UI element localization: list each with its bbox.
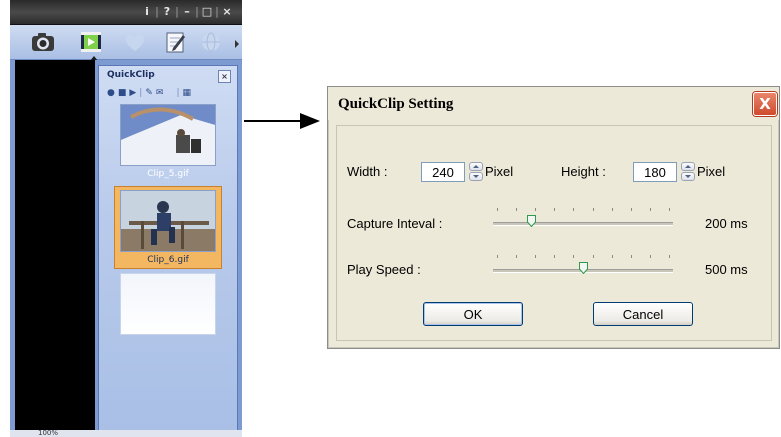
slider-tick [611,255,613,258]
quickclip-panel: QuickClip × ● ■ ▶ | ✎ ✉ | ▦ Clip_5.gif C… [98,65,238,432]
notepad-icon[interactable] [162,30,188,54]
clip-image [120,104,216,166]
pointer-arrow-icon [244,113,320,129]
slider-tick [630,255,632,258]
spin-down-icon[interactable] [681,172,695,181]
slider-thumb-icon[interactable] [579,262,588,274]
slider-tick [649,255,651,258]
spin-up-icon[interactable] [681,162,695,171]
app-body: QuickClip × ● ■ ▶ | ✎ ✉ | ▦ Clip_5.gif C… [10,60,242,437]
width-unit-label: Pixel [485,164,514,179]
spin-down-icon[interactable] [469,172,483,181]
height-label: Height : [561,164,606,179]
clip-thumbnail-selected[interactable]: Clip_6.gif [114,186,222,269]
capture-interval-label: Capture Inteval : [347,216,443,231]
slider-tick [516,208,518,211]
film-icon[interactable] [78,30,104,54]
toolbar-more-arrow-icon[interactable] [235,40,239,48]
clip-label: Clip_5.gif [147,169,189,179]
slider-tick [535,255,537,258]
play-icon[interactable]: ▶ [129,88,136,98]
slider-tick [516,255,518,258]
dialog-title: QuickClip Setting [338,96,454,112]
slider-tick [554,208,556,211]
slider-tick [497,255,498,258]
help-button[interactable]: ? [160,5,174,18]
slider-tick [573,208,575,211]
play-speed-slider[interactable] [493,253,673,279]
dialog-content: Width : 240 Pixel Height : 180 Pixel Cap… [336,125,772,341]
clip-image [120,190,216,252]
edit-icon[interactable]: ✎ [145,88,153,98]
slider-track [493,222,673,226]
separator: | [139,88,143,98]
stop-icon[interactable]: ■ [118,88,127,98]
width-input[interactable]: 240 [421,162,465,182]
ok-button[interactable]: OK [423,302,523,326]
zoom-status: 100% [38,429,59,437]
clip-thumbnail-empty[interactable] [114,273,222,335]
minimize-button[interactable]: – [180,5,194,18]
record-icon[interactable]: ● [107,88,115,98]
preview-area [15,60,95,430]
slider-tick [630,208,632,211]
width-spinner[interactable] [469,162,483,182]
email-icon[interactable]: ✉ [156,88,164,98]
play-speed-label: Play Speed : [347,262,421,277]
heart-icon[interactable] [122,30,148,54]
app-titlebar: i | ? | – | □ | × [10,0,242,25]
height-unit-label: Pixel [697,164,726,179]
selection-frame: Clip_6.gif [114,186,222,269]
capture-interval-value: 200 ms [705,216,748,231]
width-label: Width : [347,164,388,179]
slider-tick [611,208,613,211]
quickclip-setting-dialog: QuickClip Setting X Width : 240 Pixel He… [327,86,780,349]
slider-thumb-icon[interactable] [527,215,536,227]
spin-up-icon[interactable] [469,162,483,171]
slider-tick [554,255,556,258]
play-speed-value: 500 ms [705,262,748,277]
slider-tick [573,255,575,258]
slider-tick [535,208,537,211]
height-spinner[interactable] [681,162,695,182]
cancel-button[interactable]: Cancel [593,302,693,326]
dialog-titlebar: QuickClip Setting X [328,87,779,120]
info-button[interactable]: i [140,5,154,18]
slider-tick [592,208,594,211]
capture-app-window: i | ? | – | □ | × QuickClip × ● ■ ▶ | ✎ … [10,0,242,437]
quickclip-title: QuickClip [107,70,155,80]
slider-ticks [497,255,670,259]
slider-tick [669,208,670,211]
quickclip-close-button[interactable]: × [218,70,231,83]
quickclip-controls: ● ■ ▶ | ✎ ✉ | ▦ [107,88,191,98]
slider-tick [497,208,498,211]
maximize-button[interactable]: □ [200,5,214,18]
clip-label: Clip_6.gif [147,255,189,265]
slider-tick [592,255,594,258]
grid-icon[interactable]: ▦ [182,88,191,98]
globe-icon[interactable] [198,30,224,54]
capture-interval-slider[interactable] [493,206,673,232]
slider-tick [649,208,651,211]
slider-tick [669,255,670,258]
app-toolbar [10,25,242,60]
clip-placeholder [120,273,216,335]
titlebar-buttons: i | ? | – | □ | × [140,5,234,18]
slider-ticks [497,208,670,212]
camera-icon[interactable] [30,30,56,54]
clip-thumbnail[interactable]: Clip_5.gif [114,104,222,179]
separator: | [176,88,180,98]
height-input[interactable]: 180 [633,162,677,182]
close-button[interactable]: × [220,5,234,18]
dialog-close-button[interactable]: X [753,92,777,116]
status-strip: 100% [10,429,242,437]
